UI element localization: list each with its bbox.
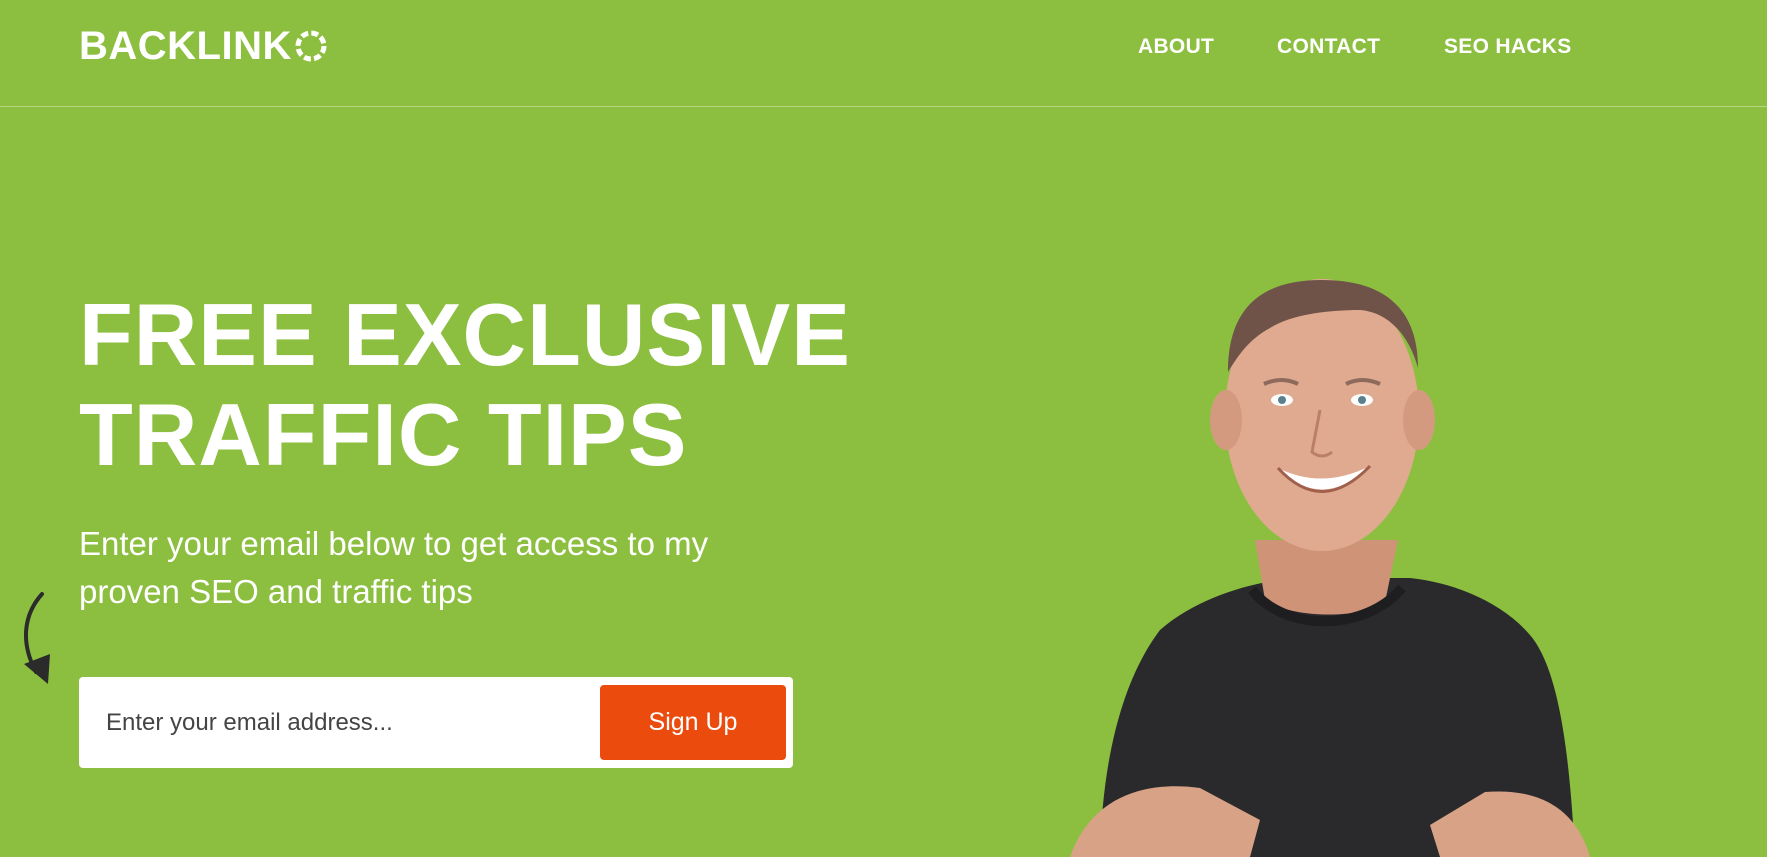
subtext-line-1: Enter your email below to get access to …	[79, 525, 709, 562]
nav-about-link[interactable]: ABOUT	[1138, 33, 1214, 61]
sign-up-button[interactable]: Sign Up	[600, 685, 786, 760]
curved-arrow-icon	[24, 592, 50, 684]
email-input[interactable]	[79, 677, 599, 768]
hero-subtext: Enter your email below to get access to …	[79, 520, 859, 616]
person-photo	[1070, 279, 1590, 857]
nav-seo-hacks-link[interactable]: SEO HACKS	[1444, 33, 1572, 61]
subtext-line-2: proven SEO and traffic tips	[79, 573, 473, 610]
dashed-circle-icon	[295, 30, 327, 62]
hero-headline: FREE EXCLUSIVE TRAFFIC TIPS	[79, 285, 959, 485]
signup-form: Sign Up	[79, 677, 793, 768]
nav-contact-link[interactable]: CONTACT	[1277, 33, 1380, 61]
headline-line-1: FREE EXCLUSIVE	[79, 285, 851, 384]
brand-name: BACKLINK	[79, 23, 292, 68]
brand-logo[interactable]: BACKLINK	[79, 23, 328, 68]
site-header: BACKLINK ABOUT CONTACT SEO HACKS	[0, 0, 1767, 107]
headline-line-2: TRAFFIC TIPS	[79, 385, 688, 484]
